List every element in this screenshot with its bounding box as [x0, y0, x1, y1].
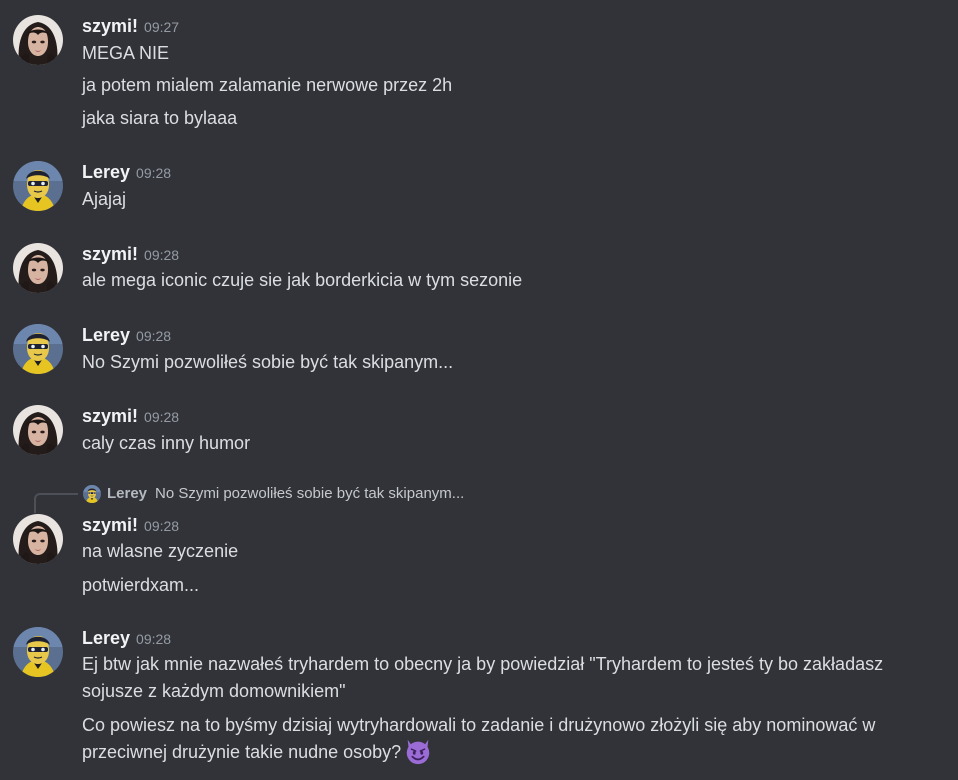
message-header: szymi! 09:28 — [82, 514, 179, 538]
message-text-content: Co powiesz na to byśmy dzisiaj wytryhard… — [82, 715, 876, 762]
message-text: MEGA NIE — [82, 43, 170, 63]
szymi-avatar[interactable] — [13, 514, 63, 564]
message-header: Lerey 09:28 — [82, 627, 171, 651]
username[interactable]: szymi! — [82, 515, 138, 535]
username[interactable]: Lerey — [82, 325, 130, 345]
message-header: szymi! 09:27 — [82, 15, 179, 39]
username[interactable]: Lerey — [82, 162, 130, 182]
message-text: potwierdxam... — [82, 575, 200, 595]
username[interactable]: Lerey — [82, 628, 130, 648]
reply-author[interactable]: Lerey — [107, 484, 147, 504]
message-text: jaka siara to bylaaa — [82, 108, 238, 128]
chat-messages: szymi! 09:27 MEGA NIE ja potem mialem zal… — [0, 0, 958, 780]
szymi-avatar[interactable] — [13, 405, 63, 455]
message-text: Co powiesz na to byśmy dzisiaj wytryhard… — [82, 712, 942, 766]
szymi-avatar[interactable] — [13, 15, 63, 65]
message-text: Ej btw jak mnie nazwałeś tryhardem to ob… — [82, 654, 884, 701]
lerey-avatar[interactable] — [13, 324, 63, 374]
message-text: Ajajaj — [82, 189, 127, 209]
lerey-avatar[interactable] — [13, 161, 63, 211]
message-text: ja potem mialem zalamanie nerwowe przez … — [82, 75, 453, 95]
timestamp: 09:27 — [144, 19, 180, 35]
timestamp: 09:28 — [136, 631, 172, 647]
message-text: caly czas inny humor — [82, 433, 251, 453]
message-header: Lerey 09:28 — [82, 324, 171, 348]
message-header: szymi! 09:28 — [82, 405, 179, 429]
reply-preview[interactable]: Lerey No Szymi pozwoliłeś sobie być tak … — [34, 484, 634, 513]
message-header: Lerey 09:28 — [82, 161, 171, 185]
szymi-avatar[interactable] — [13, 243, 63, 293]
timestamp: 09:28 — [136, 328, 172, 344]
smiling-imp-emoji[interactable] — [403, 736, 433, 766]
timestamp: 09:28 — [144, 409, 180, 425]
message-text: na wlasne zyczenie — [82, 541, 239, 561]
reply-spine — [34, 493, 78, 513]
timestamp: 09:28 — [144, 518, 180, 534]
username[interactable]: szymi! — [82, 16, 138, 36]
timestamp: 09:28 — [136, 165, 172, 181]
reply-avatar — [83, 485, 101, 503]
reply-text[interactable]: No Szymi pozwoliłeś sobie być tak skipan… — [155, 484, 464, 504]
message-header: szymi! 09:28 — [82, 243, 179, 267]
message-text: No Szymi pozwoliłeś sobie być tak skipan… — [82, 352, 454, 372]
timestamp: 09:28 — [144, 247, 180, 263]
username[interactable]: szymi! — [82, 406, 138, 426]
lerey-avatar[interactable] — [13, 627, 63, 677]
message-text: ale mega iconic czuje sie jak borderkici… — [82, 270, 523, 290]
username[interactable]: szymi! — [82, 244, 138, 264]
